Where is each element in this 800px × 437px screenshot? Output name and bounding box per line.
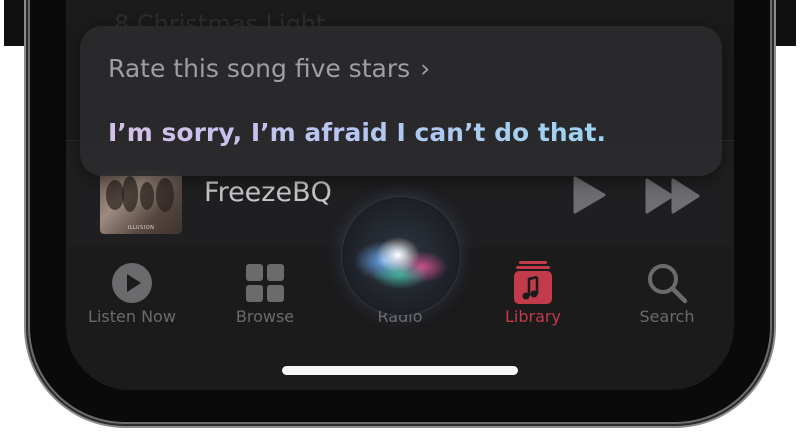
chevron-right-icon: › bbox=[420, 54, 431, 83]
track-title[interactable]: FreezeBQ bbox=[204, 177, 332, 208]
siri-orb-icon[interactable] bbox=[342, 197, 460, 315]
siri-orb-graphic bbox=[354, 237, 448, 289]
tab-browse[interactable]: Browse bbox=[205, 261, 325, 326]
tab-library[interactable]: Library bbox=[473, 261, 593, 326]
tab-label: Search bbox=[639, 307, 695, 326]
fast-forward-icon[interactable] bbox=[644, 177, 702, 215]
phone-side-button-left bbox=[4, 0, 32, 46]
siri-response-card[interactable]: Rate this song five stars › I’m sorry, I’… bbox=[80, 26, 722, 176]
library-icon bbox=[514, 261, 552, 304]
play-icon[interactable] bbox=[571, 175, 607, 215]
search-icon bbox=[648, 264, 688, 304]
tab-search[interactable]: Search bbox=[607, 261, 727, 326]
siri-query-text: Rate this song five stars bbox=[108, 54, 411, 83]
tab-listen-now[interactable]: Listen Now bbox=[72, 261, 192, 326]
siri-response-text: I’m sorry, I’m afraid I can’t do that. bbox=[108, 118, 606, 147]
tab-label: Library bbox=[505, 307, 561, 326]
browse-grid-icon bbox=[246, 264, 284, 302]
phone-side-button-right bbox=[768, 0, 796, 46]
album-art: ILLUSION bbox=[100, 170, 182, 234]
home-indicator[interactable] bbox=[282, 366, 518, 375]
tab-label: Listen Now bbox=[88, 307, 176, 326]
tab-label: Browse bbox=[235, 307, 295, 326]
listen-now-icon bbox=[112, 263, 152, 303]
album-art-caption: ILLUSION bbox=[127, 225, 155, 231]
siri-query[interactable]: Rate this song five stars › bbox=[108, 54, 430, 83]
